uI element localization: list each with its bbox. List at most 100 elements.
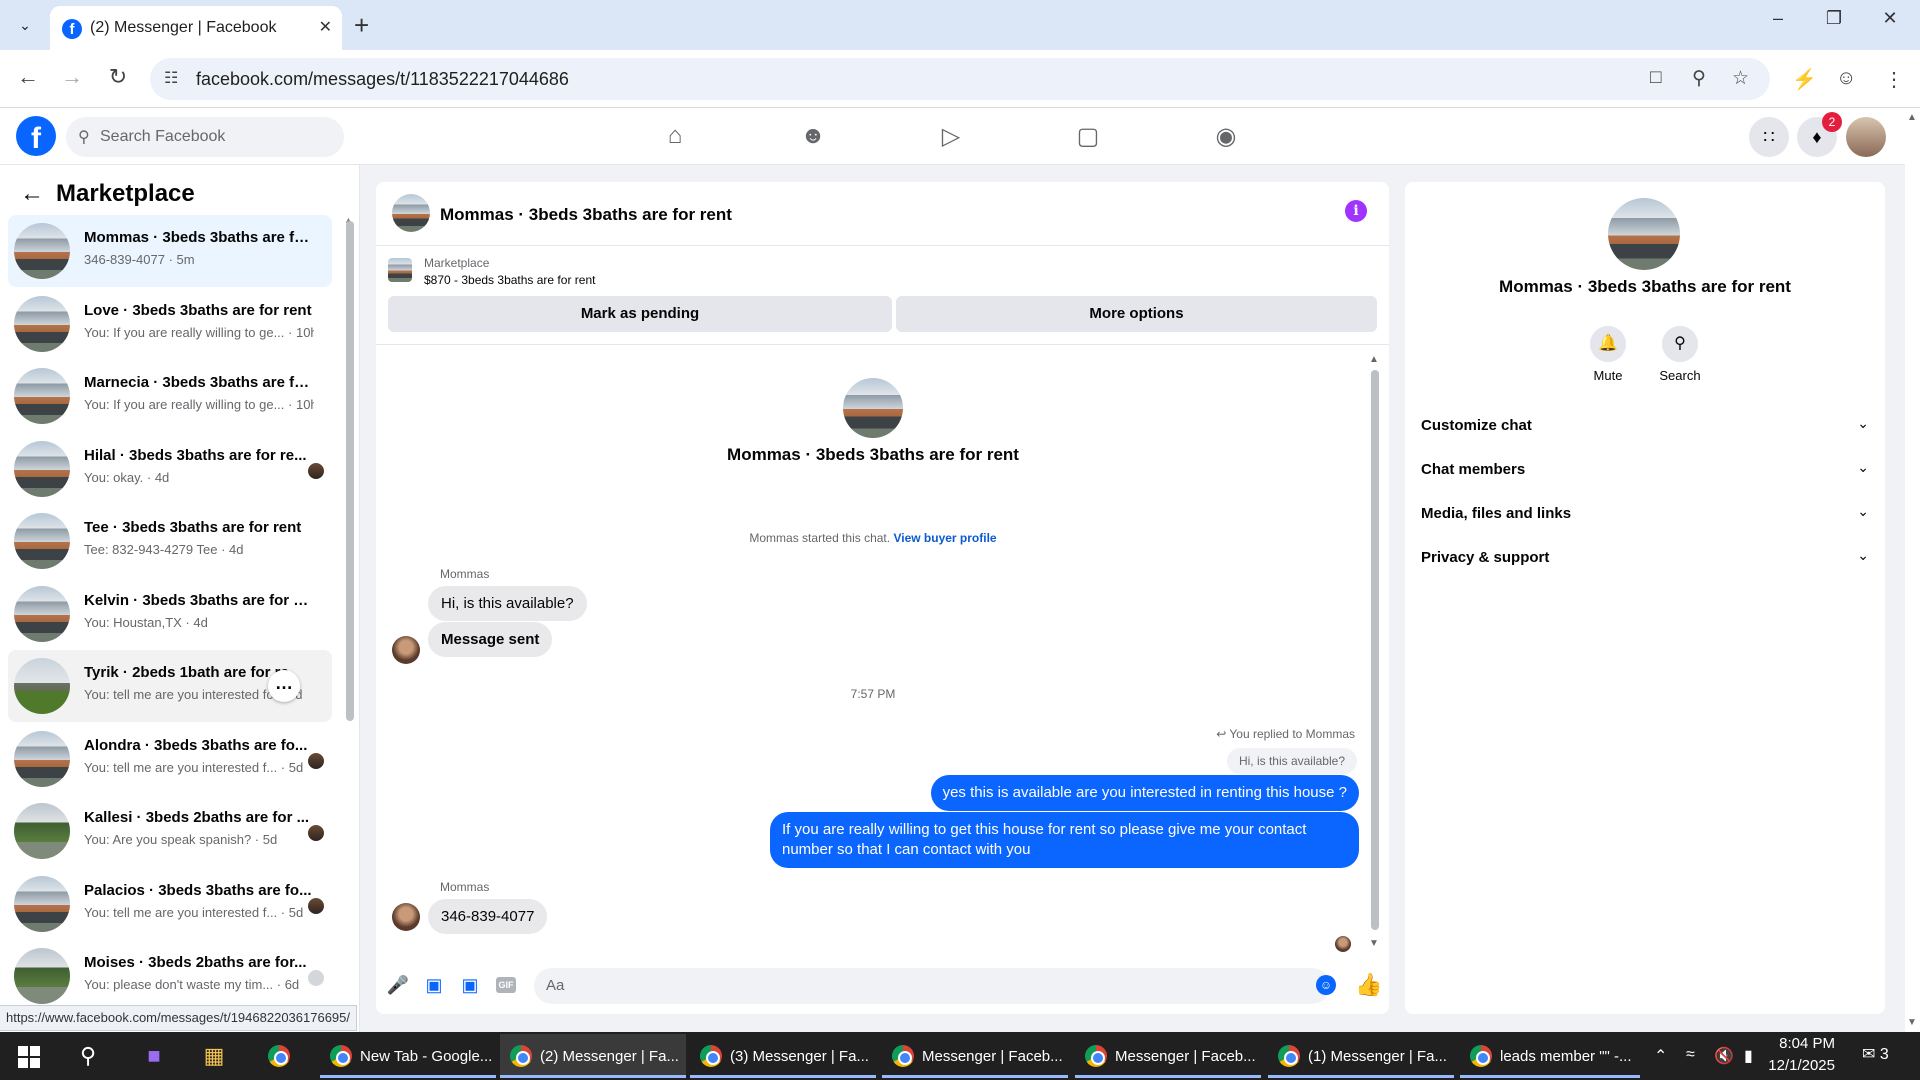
scroll-up-icon[interactable]: ▲: [1907, 112, 1917, 123]
sender-avatar[interactable]: [392, 636, 420, 664]
more-options-icon[interactable]: …: [268, 670, 300, 702]
chat-members-section[interactable]: Chat members ⌄: [1421, 453, 1869, 489]
tray-chevron-up-icon[interactable]: ⌃: [1654, 1046, 1667, 1066]
new-tab-icon[interactable]: +: [354, 10, 369, 41]
conversation-item[interactable]: Palacios · 3beds 3baths are fo... You: te…: [8, 868, 332, 940]
chrome-pinned-icon[interactable]: [258, 1034, 298, 1078]
incoming-message[interactable]: 346-839-4077: [428, 899, 548, 934]
outgoing-message[interactable]: yes this is available are you interested…: [930, 775, 1359, 811]
bookmark-star-icon[interactable]: ☆: [1732, 67, 1749, 90]
wifi-icon[interactable]: ≈: [1686, 1046, 1695, 1064]
chat-title[interactable]: Mommas · 3beds 3baths are for rent: [440, 205, 732, 225]
friends-icon[interactable]: ☻: [793, 122, 833, 150]
taskbar-window-button[interactable]: Messenger | Faceb...: [882, 1034, 1068, 1078]
tab-close-icon[interactable]: ✕: [319, 17, 332, 37]
outgoing-message[interactable]: If you are really willing to get this ho…: [770, 812, 1359, 868]
windows-start-icon[interactable]: [18, 1046, 40, 1068]
mark-as-pending-button[interactable]: Mark as pending: [388, 296, 892, 332]
mute-action[interactable]: 🔔 Mute: [1578, 326, 1638, 383]
back-icon[interactable]: ←: [14, 64, 42, 90]
account-avatar[interactable]: [1846, 117, 1886, 157]
search-action[interactable]: ⚲ Search: [1650, 326, 1710, 383]
page-scrollbar[interactable]: ▲ ▼: [1905, 108, 1920, 1032]
reload-icon[interactable]: ↻: [104, 64, 132, 90]
profile-icon[interactable]: ☺: [1836, 67, 1856, 90]
maximize-icon[interactable]: ❐: [1814, 8, 1854, 29]
chat-header-avatar[interactable]: [392, 194, 430, 232]
address-bar[interactable]: ☷ facebook.com/messages/t/11835222170446…: [150, 58, 1770, 100]
search-icon[interactable]: ⚲: [72, 1041, 104, 1071]
chrome-icon: [1085, 1045, 1107, 1067]
forward-icon[interactable]: →: [58, 64, 86, 90]
details-avatar[interactable]: [1608, 198, 1680, 270]
search-icon[interactable]: ⚲: [1662, 326, 1698, 362]
taskbar-window-button[interactable]: (3) Messenger | Fa...: [690, 1034, 876, 1078]
view-buyer-profile-link[interactable]: View buyer profile: [893, 531, 996, 545]
conversation-item[interactable]: Love · 3beds 3baths are for rent You: If …: [8, 288, 332, 360]
conversation-item[interactable]: Moises · 3beds 2baths are for... You: ple…: [8, 940, 332, 1012]
conversation-item[interactable]: Tee · 3beds 3baths are for rent Tee: 832-…: [8, 505, 332, 577]
minimize-icon[interactable]: –: [1758, 8, 1798, 29]
extension-icon[interactable]: ⚡: [1792, 67, 1817, 92]
list-scrollbar[interactable]: [346, 221, 354, 721]
sound-muted-icon[interactable]: 🔇: [1714, 1046, 1734, 1066]
home-icon[interactable]: ⌂: [655, 122, 695, 150]
video-icon[interactable]: ▷: [931, 122, 971, 151]
video-editor-icon[interactable]: ■: [138, 1041, 170, 1071]
messages-scroll-up-icon[interactable]: ▲: [1369, 354, 1379, 365]
more-options-button[interactable]: More options: [896, 296, 1377, 332]
incoming-message[interactable]: Message sent: [428, 622, 553, 657]
close-window-icon[interactable]: ✕: [1870, 8, 1910, 29]
conversation-item[interactable]: Hilal · 3beds 3baths are for re... You: o…: [8, 433, 332, 505]
conversation-item[interactable]: Marnecia · 3beds 3baths are for... You: I…: [8, 360, 332, 432]
quoted-message[interactable]: Hi, is this available?: [1226, 748, 1357, 774]
zoom-icon[interactable]: ⚲: [1692, 67, 1706, 90]
taskbar-window-button[interactable]: (1) Messenger | Fa...: [1268, 1034, 1454, 1078]
facebook-search-input[interactable]: ⚲ Search Facebook: [66, 117, 344, 157]
url-text[interactable]: facebook.com/messages/t/1183522217044686: [196, 69, 569, 90]
gif-icon[interactable]: GIF: [496, 977, 516, 993]
message-input[interactable]: Aa: [534, 968, 1330, 1004]
install-app-icon[interactable]: □: [1650, 67, 1661, 89]
site-settings-icon[interactable]: ☷: [164, 68, 178, 88]
notification-center-icon[interactable]: ✉ 3: [1862, 1044, 1889, 1064]
messages-scrollbar[interactable]: [1371, 370, 1379, 930]
taskbar-window-button[interactable]: leads member "" -...: [1460, 1034, 1640, 1078]
conversation-info-icon[interactable]: i: [1345, 200, 1367, 222]
sticker-icon[interactable]: ▣: [458, 975, 482, 996]
marketplace-icon[interactable]: ▢: [1068, 122, 1108, 151]
back-arrow-icon[interactable]: ←: [20, 180, 44, 208]
emoji-icon[interactable]: ☺: [1316, 975, 1336, 995]
taskbar-window-button[interactable]: Messenger | Faceb...: [1075, 1034, 1261, 1078]
messages-scroll-down-icon[interactable]: ▼: [1369, 938, 1379, 949]
chrome-menu-icon[interactable]: ⋮: [1884, 67, 1904, 92]
browser-tab-messenger[interactable]: f (2) Messenger | Facebook ✕: [50, 6, 342, 50]
conversation-item[interactable]: Alondra · 3beds 3baths are fo... You: tel…: [8, 723, 332, 795]
listing-price-title[interactable]: $870 - 3beds 3baths are for rent: [424, 273, 595, 287]
menu-grid-icon[interactable]: ∷: [1749, 117, 1789, 157]
contact-profile-avatar[interactable]: [843, 378, 903, 438]
conversation-item[interactable]: Kallesi · 3beds 2baths are for ... You: A…: [8, 795, 332, 867]
file-explorer-icon[interactable]: ▦: [198, 1041, 230, 1071]
thumbs-up-icon[interactable]: 👍: [1355, 972, 1382, 998]
tab-search-chevron-icon[interactable]: ⌄: [14, 14, 36, 36]
incoming-message[interactable]: Hi, is this available?: [428, 586, 587, 621]
voice-clip-icon[interactable]: 🎤: [386, 975, 410, 996]
taskbar-window-button[interactable]: New Tab - Google...: [320, 1034, 496, 1078]
conversation-item[interactable]: Tyrik · 2beds 1bath are for re You: tell …: [8, 650, 332, 722]
media-files-links-section[interactable]: Media, files and links ⌄: [1421, 497, 1869, 533]
gaming-icon[interactable]: ◉: [1206, 122, 1246, 151]
listing-thumbnail[interactable]: [388, 258, 412, 282]
attach-photo-icon[interactable]: ▣: [422, 975, 446, 996]
clock[interactable]: 8:04 PM 12/1/2025: [1755, 1033, 1835, 1077]
sender-avatar[interactable]: [392, 903, 420, 931]
scroll-down-icon[interactable]: ▼: [1907, 1017, 1917, 1028]
privacy-support-section[interactable]: Privacy & support ⌄: [1421, 541, 1869, 577]
facebook-logo-icon[interactable]: f: [16, 116, 56, 156]
conversation-item[interactable]: Kelvin · 3beds 3baths are for rent You: H…: [8, 578, 332, 650]
battery-icon[interactable]: ▮: [1744, 1046, 1753, 1066]
conversation-item[interactable]: Mommas · 3beds 3baths are for... 346-839-…: [8, 215, 332, 287]
bell-icon[interactable]: 🔔: [1590, 326, 1626, 362]
taskbar-window-button[interactable]: (2) Messenger | Fa...: [500, 1034, 686, 1078]
customize-chat-section[interactable]: Customize chat ⌄: [1421, 409, 1869, 445]
